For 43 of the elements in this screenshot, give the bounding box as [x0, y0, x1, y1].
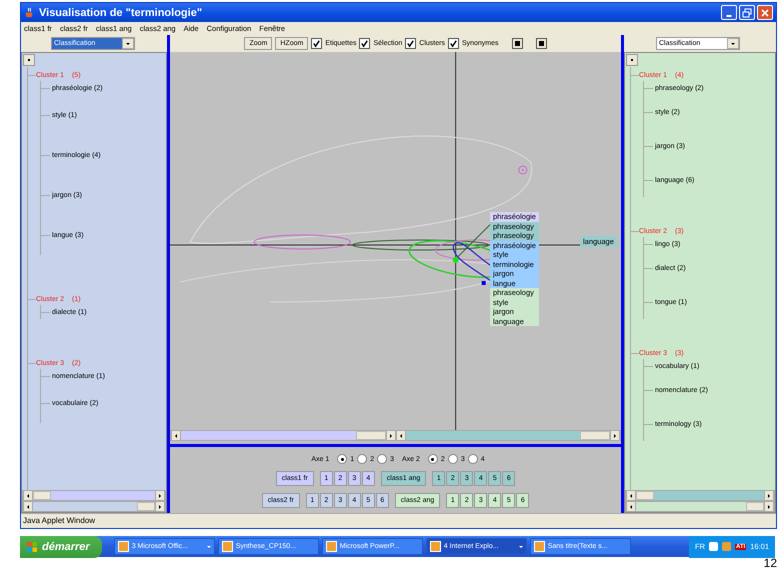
window-icon [326, 541, 337, 552]
horizontal-scrollbar[interactable] [625, 490, 775, 501]
close-icon [760, 8, 770, 18]
windows-logo-icon [26, 540, 38, 552]
horizontal-scrollbar[interactable] [22, 490, 166, 501]
square-button[interactable] [536, 38, 547, 49]
radio-button[interactable] [428, 454, 438, 464]
minimize-icon [726, 14, 732, 16]
radio-button[interactable] [377, 454, 388, 464]
horizontal-scrollbar[interactable] [625, 501, 775, 512]
horizontal-scrollbar[interactable] [22, 501, 166, 512]
checkbox[interactable] [311, 38, 322, 49]
minimize-button[interactable] [721, 5, 737, 20]
radio-button[interactable] [337, 454, 348, 464]
checkbox[interactable] [405, 38, 416, 49]
checkbox[interactable] [359, 38, 370, 49]
expand-button[interactable] [23, 54, 35, 66]
caret-icon [518, 546, 523, 548]
window-title: Visualisation de "terminologie" [39, 6, 202, 18]
expand-button[interactable] [626, 54, 638, 66]
window-icon [118, 541, 129, 552]
close-button[interactable] [757, 5, 773, 20]
window-icon [222, 541, 233, 552]
maximize-button[interactable] [739, 5, 755, 20]
checkbox[interactable] [448, 38, 459, 49]
restore-icon [742, 8, 752, 18]
check-icon [406, 39, 416, 48]
page-number: 12 [764, 558, 777, 569]
square-icon [538, 41, 544, 46]
check-icon [360, 39, 370, 48]
square-icon [514, 41, 520, 46]
cup-icon [24, 7, 35, 18]
window-icon [430, 541, 441, 552]
caret-icon [206, 546, 211, 548]
radio-button[interactable] [468, 454, 478, 464]
window-icon [534, 541, 545, 552]
horizontal-scrollbar[interactable] [170, 430, 621, 441]
radio-button[interactable] [448, 454, 458, 464]
radio-button[interactable] [357, 454, 368, 464]
check-icon [448, 39, 458, 48]
status-bar: Java Applet Window [21, 513, 776, 528]
check-icon [312, 39, 322, 48]
square-button[interactable] [512, 38, 523, 49]
